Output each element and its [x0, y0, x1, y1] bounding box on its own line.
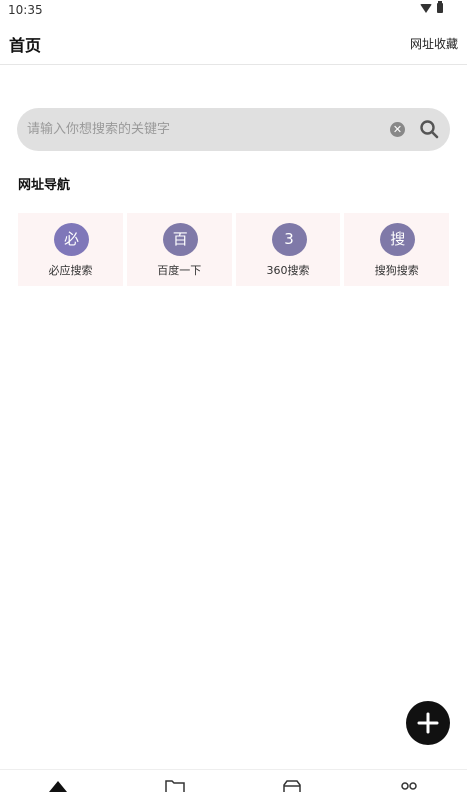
status-time: 10:35	[8, 3, 43, 17]
bookmarks-button[interactable]: 网址收藏	[410, 35, 458, 52]
page-title: 首页	[9, 36, 42, 55]
clear-icon[interactable]: ✕	[390, 122, 405, 137]
nav-avatar: 搜	[380, 223, 416, 256]
nav-grid: 必 必应搜索 百 百度一下 3 360搜索 搜 搜狗搜索	[18, 213, 449, 286]
nav-avatar: 3	[271, 223, 307, 256]
nav-label: 百度一下	[157, 264, 202, 277]
more-icon[interactable]	[399, 778, 419, 792]
nav-avatar: 必	[54, 223, 89, 256]
nav-item-360[interactable]: 3 360搜索	[235, 213, 341, 286]
nav-item-bing[interactable]: 必 必应搜索	[18, 213, 123, 286]
search-icon[interactable]	[419, 119, 439, 139]
status-icons	[420, 1, 443, 13]
search-bar: ✕	[17, 108, 450, 151]
add-button[interactable]	[406, 701, 450, 745]
status-bar: 10:35	[0, 0, 467, 20]
nav-item-sogou[interactable]: 搜 搜狗搜索	[344, 213, 449, 286]
nav-avatar: 百	[162, 223, 198, 256]
app-bar: 首页 网址收藏	[0, 24, 467, 65]
nav-item-baidu[interactable]: 百 百度一下	[126, 213, 232, 286]
box-icon[interactable]	[282, 778, 302, 792]
folder-icon[interactable]	[165, 778, 185, 792]
nav-label: 必应搜索	[48, 264, 93, 277]
section-title: 网址导航	[18, 178, 71, 193]
search-input[interactable]	[27, 108, 377, 151]
plus-icon	[417, 712, 439, 734]
wifi-icon	[420, 3, 432, 13]
bottom-nav	[0, 769, 467, 792]
battery-icon	[437, 1, 443, 13]
nav-label: 360搜索	[266, 264, 310, 277]
nav-label: 搜狗搜索	[374, 264, 419, 277]
home-icon[interactable]	[48, 778, 68, 792]
